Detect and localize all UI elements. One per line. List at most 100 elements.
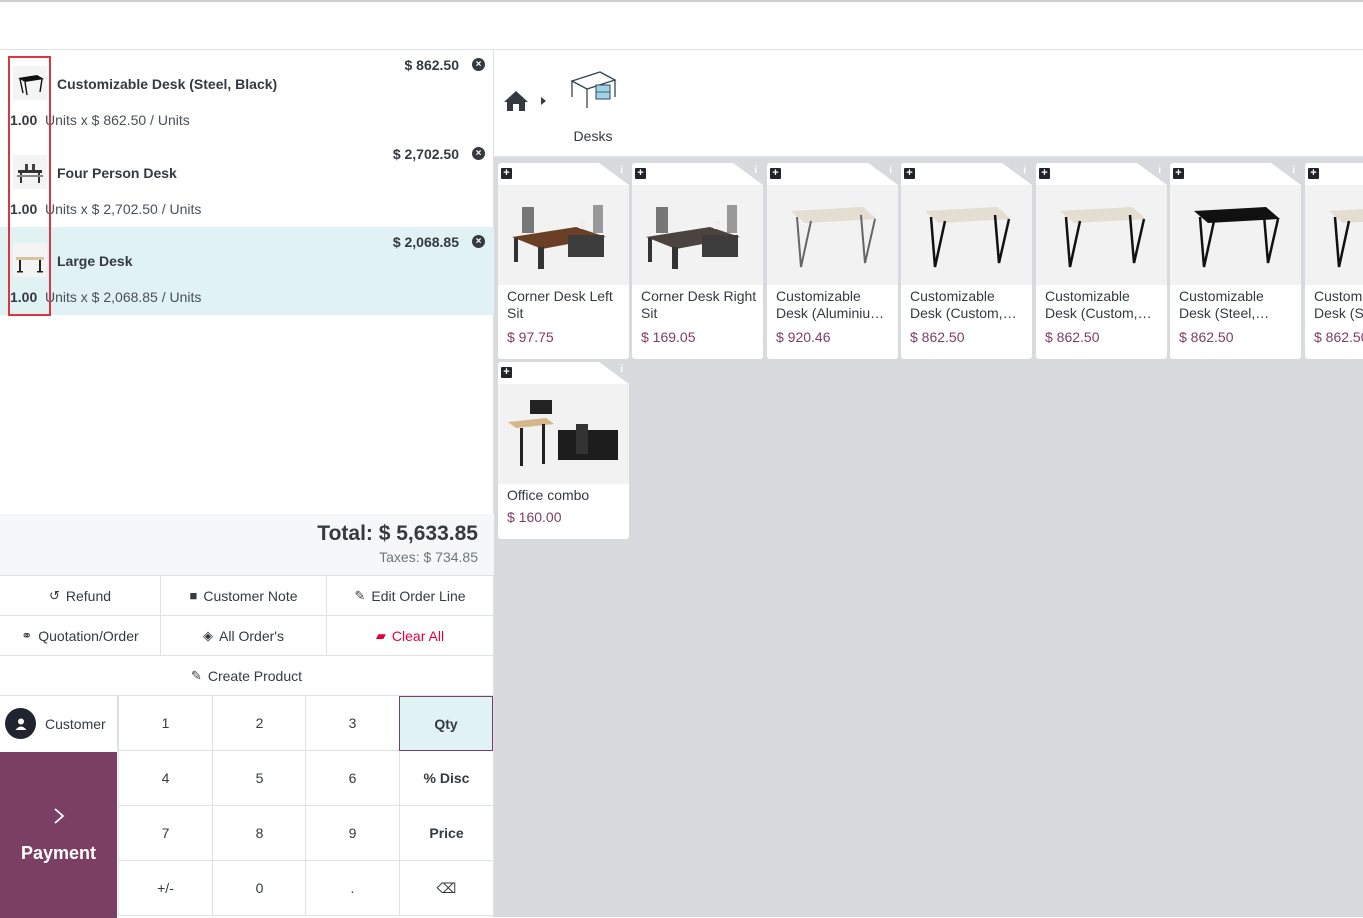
order-line-selected[interactable]: Large Desk $ 2,068.85 × 1.00 Units x $ 2… [0, 227, 494, 315]
product-grid: + i Corner Desk Left Sit $ 97.75 + i Cor… [494, 160, 1363, 917]
product-image [767, 185, 898, 285]
discount-mode-button[interactable]: % Disc [399, 751, 493, 806]
add-product-icon[interactable]: + [501, 367, 512, 378]
backspace-button[interactable]: ⌫ [399, 861, 493, 916]
add-product-icon[interactable]: + [1173, 168, 1184, 179]
info-icon[interactable] [599, 163, 629, 185]
order-line-product-name: Four Person Desk [57, 165, 177, 181]
create-product-label: Create Product [207, 667, 303, 684]
category-desks[interactable]: Desks [562, 67, 624, 147]
product-screen: Desks + i Corner Desk Left Sit $ 97.75 +… [494, 50, 1363, 917]
product-image [1036, 185, 1167, 285]
info-icon[interactable] [868, 163, 898, 185]
product-price: $ 169.05 [641, 329, 696, 345]
product-price: $ 920.46 [776, 329, 831, 345]
edit-order-line-button[interactable]: ✎ Edit Order Line [327, 575, 494, 615]
numpad-key-6[interactable]: 6 [305, 751, 399, 806]
edit-icon: ✎ [354, 587, 366, 603]
product-price: $ 160.00 [507, 509, 562, 525]
pencil-square-icon: ✎ [190, 667, 202, 683]
tags-icon: ◈ [203, 627, 214, 643]
info-glyph: i [1023, 165, 1026, 176]
numpad-key-1[interactable]: 1 [118, 696, 212, 751]
info-glyph: i [1292, 165, 1295, 176]
add-product-icon[interactable]: + [1039, 168, 1050, 179]
add-product-icon[interactable]: + [1308, 168, 1319, 179]
numpad-area: Customer Payment 1 2 3 Qty 4 5 6 % Disc … [0, 695, 494, 918]
numpad-key-8[interactable]: 8 [212, 806, 306, 861]
product-image [1170, 185, 1301, 285]
numpad-key-2[interactable]: 2 [212, 696, 306, 751]
quotation-order-label: Quotation/Order [38, 627, 139, 644]
home-icon[interactable] [503, 90, 529, 117]
info-icon[interactable] [599, 362, 629, 384]
top-navbar [0, 0, 1363, 50]
numpad-key-decimal[interactable]: . [305, 861, 399, 916]
product-image [498, 185, 629, 285]
order-taxes: Taxes: $ 734.85 [379, 549, 478, 565]
refund-button[interactable]: ↺ Refund [0, 575, 161, 615]
add-product-icon[interactable]: + [635, 168, 646, 179]
all-orders-button[interactable]: ◈ All Order's [161, 615, 327, 655]
chevron-right-icon [53, 807, 65, 831]
order-line-unit-info: Units x $ 2,068.85 / Units [45, 289, 202, 305]
quotation-order-button[interactable]: ⚭ Quotation/Order [0, 615, 161, 655]
note-icon: ■ [189, 588, 198, 603]
breadcrumb-caret-icon [541, 97, 546, 105]
info-icon[interactable] [1137, 163, 1167, 185]
product-card[interactable]: + i Customizable Desk (Custom, White) $ … [901, 163, 1032, 359]
info-icon[interactable] [1002, 163, 1032, 185]
category-name: Desks [573, 128, 613, 144]
desk-thumbnail [13, 155, 47, 189]
remove-line-icon[interactable]: × [472, 235, 485, 248]
product-card[interactable]: + i Office combo $ 160.00 [498, 362, 629, 539]
order-line-product-name: Customizable Desk (Steel, Black) [57, 76, 278, 92]
add-product-icon[interactable]: + [904, 168, 915, 179]
numpad-key-5[interactable]: 5 [212, 751, 306, 806]
product-name: Customizable Desk (Steel, White) [1314, 288, 1363, 321]
customer-note-button[interactable]: ■ Customer Note [161, 575, 327, 615]
order-line-qty: 1.00 [10, 112, 38, 128]
eraser-icon: ▰ [375, 627, 386, 643]
product-name: Customizable Desk (Custom, Black) [1045, 288, 1138, 321]
product-card[interactable]: + i Customizable Desk (Custom, Black) $ … [1036, 163, 1167, 359]
payment-button[interactable]: Payment [0, 752, 117, 918]
link-icon: ⚭ [21, 627, 33, 643]
product-card[interactable]: + i Customizable Desk (Steel, White) $ 8… [1305, 163, 1363, 359]
numpad-key-7[interactable]: 7 [118, 806, 212, 861]
remove-line-icon[interactable]: × [472, 147, 485, 160]
numpad-key-0[interactable]: 0 [212, 861, 306, 916]
product-card[interactable]: + i Corner Desk Right Sit $ 169.05 [632, 163, 763, 359]
product-card[interactable]: + i Customizable Desk (Steel, Black) $ 8… [1170, 163, 1301, 359]
order-line[interactable]: Customizable Desk (Steel, Black) $ 862.5… [0, 50, 494, 138]
order-line-product-name: Large Desk [57, 253, 133, 269]
order-line-qty: 1.00 [10, 289, 38, 305]
remove-line-icon[interactable]: × [472, 58, 485, 71]
product-image [632, 185, 763, 285]
info-glyph: i [889, 165, 892, 176]
numpad-key-4[interactable]: 4 [118, 751, 212, 806]
customer-button[interactable]: Customer [0, 696, 118, 751]
clear-all-button[interactable]: ▰ Clear All [327, 615, 494, 655]
product-card[interactable]: + i Corner Desk Left Sit $ 97.75 [498, 163, 629, 359]
order-line-price: $ 862.50 [404, 57, 460, 73]
info-glyph: i [1158, 165, 1161, 176]
add-product-icon[interactable]: + [770, 168, 781, 179]
numpad-key-plus-minus[interactable]: +/- [118, 861, 212, 916]
numpad-key-3[interactable]: 3 [305, 696, 399, 751]
add-product-icon[interactable]: + [501, 168, 512, 179]
info-icon[interactable] [1271, 163, 1301, 185]
order-panel: Customizable Desk (Steel, Black) $ 862.5… [0, 50, 494, 918]
product-name: Customizable Desk (Aluminium, White) [776, 288, 886, 321]
numpad-key-9[interactable]: 9 [305, 806, 399, 861]
order-line[interactable]: Four Person Desk $ 2,702.50 × 1.00 Units… [0, 139, 494, 227]
create-product-button[interactable]: ✎ Create Product [0, 655, 494, 695]
qty-mode-button[interactable]: Qty [399, 696, 493, 751]
product-card[interactable]: + i Customizable Desk (Aluminium, White)… [767, 163, 898, 359]
order-summary: Total: $ 5,633.85 Taxes: $ 734.85 [0, 514, 494, 575]
info-icon[interactable] [733, 163, 763, 185]
price-mode-button[interactable]: Price [399, 806, 493, 861]
product-price: $ 862.50 [1045, 329, 1100, 345]
product-name: Corner Desk Left Sit [507, 288, 613, 321]
product-price: $ 862.50 [1179, 329, 1234, 345]
